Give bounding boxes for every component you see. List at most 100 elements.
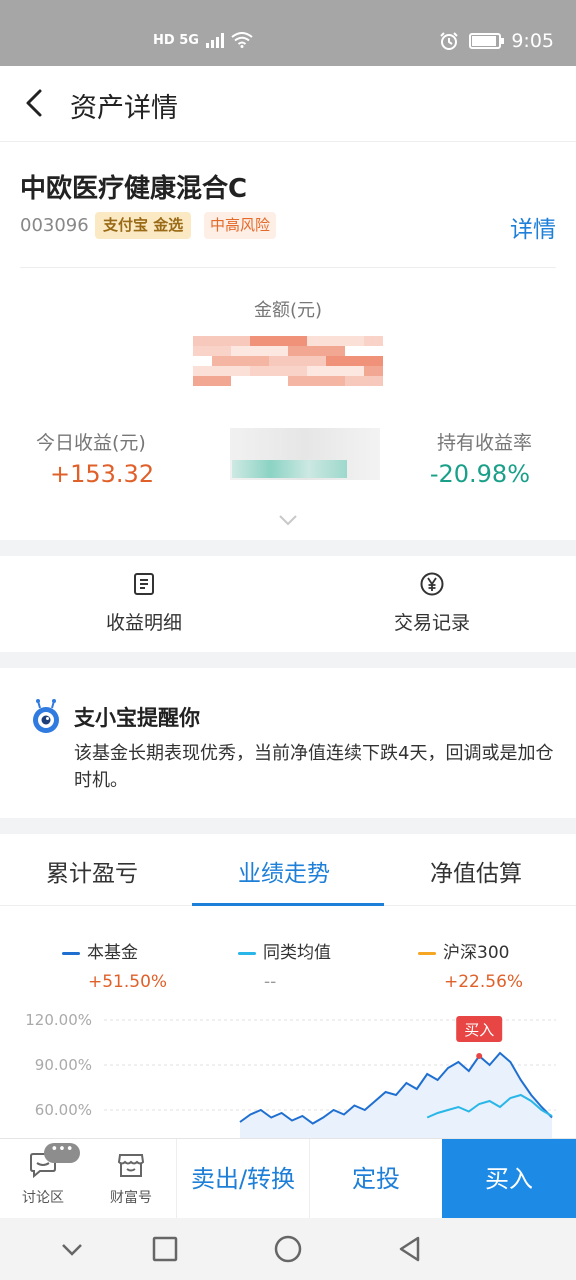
alarm-icon — [440, 32, 459, 50]
redaction-tile — [288, 356, 307, 366]
recent-apps-icon[interactable] — [151, 1235, 179, 1263]
auto-invest-button[interactable]: 定投 — [310, 1139, 442, 1219]
redaction-tile — [231, 366, 250, 376]
redaction-tile — [364, 356, 383, 366]
legend-label: 同类均值 — [263, 943, 331, 963]
redaction-tile — [269, 376, 288, 386]
fund-code: 003096 — [20, 215, 89, 236]
holding-rate-label: 持有收益率 — [436, 432, 532, 454]
redaction-tile — [364, 376, 383, 386]
risk-tag: 中高风险 — [204, 212, 277, 239]
redaction-tile — [250, 346, 269, 356]
tab-performance[interactable]: 业绩走势 — [238, 854, 330, 888]
amount-value-redacted — [193, 336, 383, 386]
message-badge: ••• — [44, 1143, 80, 1163]
redaction-tile — [364, 346, 383, 356]
redaction-tile — [307, 356, 326, 366]
redaction-tile — [250, 376, 269, 386]
wealth-account-button[interactable]: 财富号 — [96, 1151, 166, 1207]
chart-tabs: 累计盈亏 业绩走势 净值估算 — [0, 834, 576, 906]
redaction-tile — [345, 366, 364, 376]
income-detail-button[interactable]: 收益明细 — [64, 572, 224, 635]
redaction-tile — [345, 376, 364, 386]
legend-value: +51.50% — [88, 972, 168, 992]
redaction-tile — [193, 356, 212, 366]
network-indicators: HD 5G — [153, 32, 253, 48]
buy-annotation-label: 买入 — [464, 1021, 494, 1039]
redaction-tile — [307, 346, 326, 356]
transaction-record-button[interactable]: 交易记录 — [352, 572, 512, 635]
chevron-down-icon[interactable] — [58, 1235, 86, 1263]
redaction-tile — [288, 346, 307, 356]
platform-tag: 支付宝 金选 — [95, 212, 192, 239]
redaction-tile — [231, 356, 250, 366]
forum-label: 讨论区 — [22, 1190, 64, 1206]
assistant-reminder-card: 支小宝提醒你 该基金长期表现优秀，当前净值连续下跌4天，回调或是加仓时机。 — [0, 668, 576, 818]
transaction-record-label: 交易记录 — [393, 612, 470, 634]
redaction-tile — [212, 356, 231, 366]
redaction-tile — [250, 356, 269, 366]
redaction-tile — [193, 376, 212, 386]
redaction-tile — [212, 336, 231, 346]
y-tick-label: 90.00% — [35, 1056, 92, 1074]
redaction-tile — [307, 336, 326, 346]
tab-cumulative-pnl[interactable]: 累计盈亏 — [46, 854, 138, 888]
system-navigation-bar — [0, 1218, 576, 1280]
legend-value: -- — [264, 972, 277, 992]
today-profit-label: 今日收益(元) — [36, 432, 146, 454]
back-triangle-icon[interactable] — [396, 1235, 424, 1263]
signal-icon — [205, 33, 224, 48]
redaction-tile — [345, 356, 364, 366]
page-title: 资产详情 — [70, 93, 178, 124]
redaction-tile — [326, 376, 345, 386]
back-arrow-icon[interactable] — [20, 88, 50, 118]
status-bar: HD 5G 9:05 — [0, 0, 576, 66]
redaction-tile — [250, 336, 269, 346]
series-area — [240, 1053, 552, 1144]
redaction-tile — [307, 376, 326, 386]
fund-detail-link[interactable]: 详情 — [510, 210, 556, 244]
redaction-tile — [231, 376, 250, 386]
network-label: HD 5G — [153, 32, 199, 48]
performance-line-chart: 120.00% 90.00% 60.00% 买入 — [25, 1011, 556, 1144]
chevron-down-icon[interactable] — [278, 514, 298, 526]
status-time: 9:05 — [511, 30, 554, 52]
tab-nav-estimate[interactable]: 净值估算 — [430, 854, 522, 888]
yen-circle-icon — [420, 572, 444, 596]
redaction-tile — [250, 366, 269, 376]
home-icon[interactable] — [274, 1235, 302, 1263]
shop-icon — [117, 1154, 145, 1177]
divider — [20, 267, 556, 268]
fund-name: 中欧医疗健康混合C — [20, 174, 248, 204]
y-tick-label: 120.00% — [25, 1011, 92, 1029]
buy-point-marker — [476, 1053, 483, 1059]
holding-rate-value: -20.98% — [429, 460, 530, 488]
redaction-tile — [326, 336, 345, 346]
legend-swatch — [418, 951, 436, 955]
redaction-tile — [193, 346, 212, 356]
y-tick-label: 60.00% — [35, 1101, 92, 1119]
active-tab-indicator — [192, 903, 384, 906]
battery-icon — [469, 33, 505, 49]
assistant-bot-icon — [33, 699, 59, 733]
holding-profit-value-redacted — [232, 460, 347, 478]
legend-value: +22.56% — [444, 972, 524, 992]
document-icon — [134, 573, 154, 595]
redaction-tile — [307, 366, 326, 376]
redaction-tile — [269, 346, 288, 356]
legend-peer-average: 同类均值 -- — [238, 938, 331, 992]
redaction-tile — [288, 366, 307, 376]
buy-button[interactable]: 买入 — [442, 1139, 576, 1219]
sell-convert-button[interactable]: 卖出/转换 — [176, 1139, 310, 1219]
redaction-tile — [269, 366, 288, 376]
redaction-tile — [345, 346, 364, 356]
reminder-title: 支小宝提醒你 — [74, 706, 200, 730]
redaction-tile — [288, 336, 307, 346]
reminder-text: 该基金长期表现优秀，当前净值连续下跌4天，回调或是加仓时机。 — [74, 743, 554, 791]
today-profit-value: +153.32 — [50, 460, 155, 488]
amount-label: 金额(元) — [253, 300, 323, 321]
legend-swatch — [62, 951, 80, 955]
fund-summary-card: 中欧医疗健康混合C 003096 支付宝 金选 中高风险 详情 金额(元) 今日… — [0, 142, 576, 540]
top-nav: 资产详情 — [0, 66, 576, 142]
wealth-account-label: 财富号 — [110, 1190, 152, 1206]
